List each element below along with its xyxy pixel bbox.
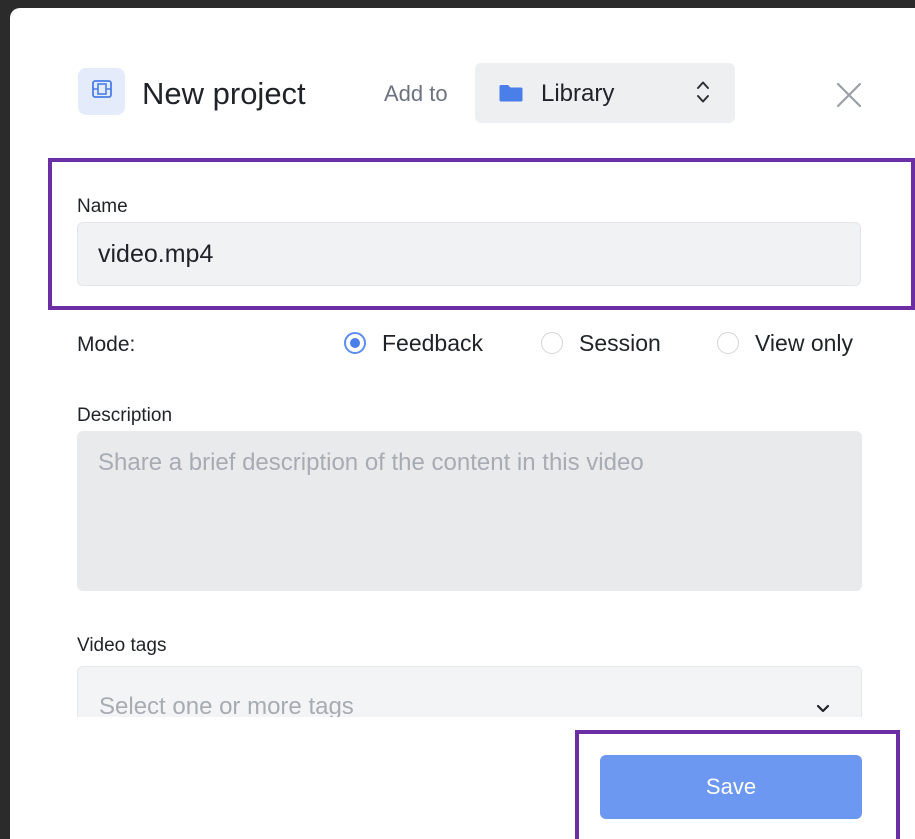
close-button[interactable]: [834, 82, 864, 112]
video-tags-label: Video tags: [77, 635, 167, 656]
destination-folder-select[interactable]: Library: [475, 63, 735, 123]
mode-label: Mode:: [77, 333, 136, 356]
folder-select-value: Library: [541, 80, 615, 107]
radio-unselected-icon: [717, 332, 739, 354]
folder-icon: [499, 83, 523, 107]
film-icon: [91, 80, 112, 103]
dialog-title: New project: [142, 76, 306, 111]
app-frame: New project Add to Library Name video.mp…: [0, 0, 915, 839]
save-button[interactable]: Save: [600, 755, 862, 819]
video-tags-select[interactable]: Select one or more tags: [77, 666, 862, 717]
mode-option-feedback[interactable]: Feedback: [344, 329, 483, 357]
new-project-dialog: New project Add to Library Name video.mp…: [10, 8, 915, 839]
mode-option-label: Session: [579, 330, 661, 356]
name-label: Name: [77, 196, 128, 217]
updown-chevron-icon: [696, 79, 710, 110]
add-to-label: Add to: [384, 81, 448, 106]
radio-selected-icon: [344, 332, 366, 354]
chevron-down-icon: [816, 700, 830, 717]
name-input[interactable]: [77, 222, 861, 286]
description-textarea[interactable]: [77, 431, 862, 591]
video-tags-viewport: Select one or more tags: [77, 666, 862, 717]
video-tags-placeholder: Select one or more tags: [99, 693, 354, 717]
close-icon: [836, 82, 862, 113]
radio-unselected-icon: [541, 332, 563, 354]
project-icon-tile: [78, 68, 125, 115]
mode-option-label: View only: [755, 330, 854, 356]
mode-option-view-only[interactable]: View only: [717, 329, 853, 357]
mode-option-session[interactable]: Session: [541, 329, 661, 357]
mode-option-label: Feedback: [382, 330, 484, 356]
description-label: Description: [77, 405, 173, 426]
